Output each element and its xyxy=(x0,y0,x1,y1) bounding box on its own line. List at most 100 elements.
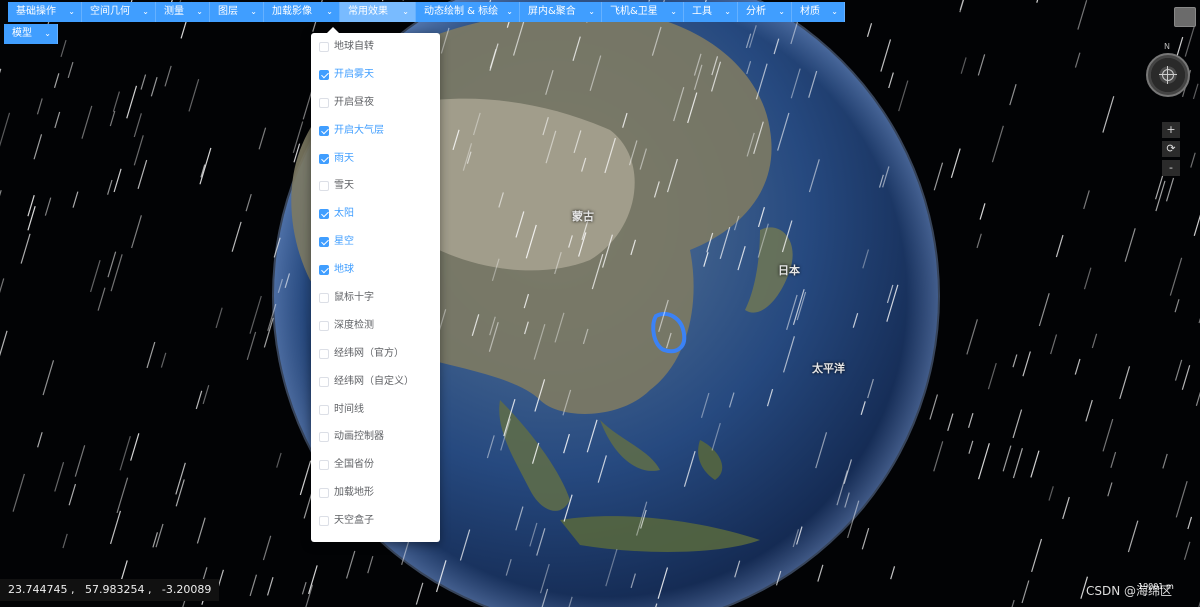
menu-load-imagery[interactable]: 加载影像 ⌄ xyxy=(264,2,340,22)
checkbox[interactable] xyxy=(319,405,329,415)
rain-streak xyxy=(1187,516,1193,530)
checkbox[interactable] xyxy=(319,293,329,303)
rain-streak xyxy=(36,98,43,115)
checkbox[interactable] xyxy=(319,432,329,442)
menu-label: 飞机&卫星 xyxy=(610,6,658,17)
menu-label: 图层 xyxy=(218,6,238,17)
checkbox[interactable] xyxy=(319,154,329,164)
menu-tools[interactable]: 工具 ⌄ xyxy=(684,2,738,22)
rain-streak xyxy=(0,190,2,197)
menu-label: 分析 xyxy=(746,6,766,17)
option-label: 开启雾天 xyxy=(334,69,374,80)
option-label: 天空盒子 xyxy=(334,515,374,526)
menu-label: 模型 xyxy=(12,28,32,39)
zoom-in-button[interactable]: + xyxy=(1162,122,1180,138)
menu-material[interactable]: 材质 ⌄ xyxy=(792,2,845,22)
checkbox[interactable] xyxy=(319,181,329,191)
menu-dynamic-draw[interactable]: 动态绘制 & 标绘 ⌄ xyxy=(416,2,520,22)
globe-scene[interactable] xyxy=(0,0,1200,607)
rain-streak xyxy=(90,260,101,293)
rain-streak xyxy=(1022,351,1031,377)
rain-streak xyxy=(1050,334,1058,355)
rain-streak xyxy=(966,319,978,355)
option-label: 鼠标十字 xyxy=(334,292,374,303)
reset-view-button[interactable]: ⟳ xyxy=(1162,141,1180,157)
option-label: 雨天 xyxy=(334,153,354,164)
zoom-out-button[interactable]: - xyxy=(1162,160,1180,176)
cesium-viewer[interactable]: 蒙古 日本 太平洋 基础操作 ⌄ 空间几何 ⌄ 测量 ⌄ 图层 ⌄ 加载影像 ⌄ 常用效果… xyxy=(0,0,1200,607)
rain-streak xyxy=(1031,538,1043,573)
rain-streak xyxy=(266,577,274,596)
rain-streak xyxy=(1091,333,1098,349)
checkbox[interactable] xyxy=(319,237,329,247)
rain-streak xyxy=(0,278,5,294)
rain-streak xyxy=(37,432,43,448)
chevron-down-icon: ⌄ xyxy=(588,7,595,16)
checkbox[interactable] xyxy=(319,70,329,80)
rain-streak xyxy=(861,527,870,550)
option-label: 动画控制器 xyxy=(334,431,384,442)
checkbox[interactable] xyxy=(319,209,329,219)
rain-streak xyxy=(1192,83,1199,100)
option-label: 经纬网（官方） xyxy=(334,348,404,359)
rain-streak xyxy=(1030,450,1040,478)
rain-streak xyxy=(817,564,824,582)
menu-label: 加载影像 xyxy=(272,6,312,17)
menu-layers[interactable]: 图层 ⌄ xyxy=(210,2,264,22)
rain-streak xyxy=(1184,22,1196,57)
rain-streak xyxy=(215,307,223,329)
rain-streak xyxy=(977,54,986,76)
menu-spatial-geometry[interactable]: 空间几何 ⌄ xyxy=(82,2,156,22)
menu-analysis[interactable]: 分析 ⌄ xyxy=(738,2,792,22)
rain-streak xyxy=(1190,152,1196,168)
checkbox[interactable] xyxy=(319,98,329,108)
rain-streak xyxy=(381,0,384,2)
menu-common-effects[interactable]: 常用效果 ⌄ xyxy=(340,2,416,22)
rain-streak xyxy=(968,413,974,428)
rain-streak xyxy=(1021,580,1030,604)
chevron-down-icon: ⌄ xyxy=(196,7,203,16)
effects-dropdown: 地球自转 开启雾天 开启昼夜 开启大气层 雨天 雪天 太阳 星空 地球 鼠标十字… xyxy=(311,27,440,542)
menu-measure[interactable]: 测量 ⌄ xyxy=(156,2,210,22)
rain-streak xyxy=(299,460,312,496)
checkbox[interactable] xyxy=(319,265,329,275)
rain-streak xyxy=(898,80,909,112)
rain-streak xyxy=(1077,0,1088,30)
rain-streak xyxy=(950,148,961,179)
checkbox[interactable] xyxy=(319,42,329,52)
menu-basic-ops[interactable]: 基础操作 ⌄ xyxy=(8,2,82,22)
rain-streak xyxy=(1083,267,1092,290)
rain-streak xyxy=(1175,480,1188,518)
rain-streak xyxy=(42,360,55,396)
menu-model[interactable]: 模型 ⌄ xyxy=(4,24,58,44)
menu-aircraft-satellite[interactable]: 飞机&卫星 ⌄ xyxy=(602,2,684,22)
checkbox[interactable] xyxy=(319,460,329,470)
menu-label: 空间几何 xyxy=(90,6,130,17)
checkbox[interactable] xyxy=(319,488,329,498)
rain-streak xyxy=(0,330,8,357)
fullscreen-button[interactable] xyxy=(1174,7,1196,27)
chevron-down-icon: ⌄ xyxy=(326,7,333,16)
rain-streak xyxy=(126,85,138,119)
rain-streak xyxy=(1055,234,1064,258)
option-label: 地球自转 xyxy=(334,41,374,52)
option-label: 太阳 xyxy=(334,208,354,219)
rain-streak xyxy=(258,127,267,150)
rain-streak xyxy=(188,78,200,112)
rain-streak xyxy=(113,168,122,193)
chevron-down-icon: ⌄ xyxy=(68,7,75,16)
rain-streak xyxy=(146,341,156,369)
checkbox[interactable] xyxy=(319,321,329,331)
menu-cluster[interactable]: 屏内&聚合 ⌄ xyxy=(520,2,602,22)
compass-icon[interactable] xyxy=(1146,53,1190,97)
rain-streak xyxy=(308,565,318,595)
checkbox[interactable] xyxy=(319,349,329,359)
checkbox[interactable] xyxy=(319,126,329,136)
rain-streak xyxy=(131,215,142,249)
map-label-mongolia: 蒙古 xyxy=(572,210,594,223)
checkbox[interactable] xyxy=(319,377,329,387)
rain-streak xyxy=(133,135,144,166)
checkbox[interactable] xyxy=(319,516,329,526)
coordinate-readout: 23.744745 , 57.983254 , -3.20089 xyxy=(0,579,220,601)
rain-streak xyxy=(979,203,986,220)
